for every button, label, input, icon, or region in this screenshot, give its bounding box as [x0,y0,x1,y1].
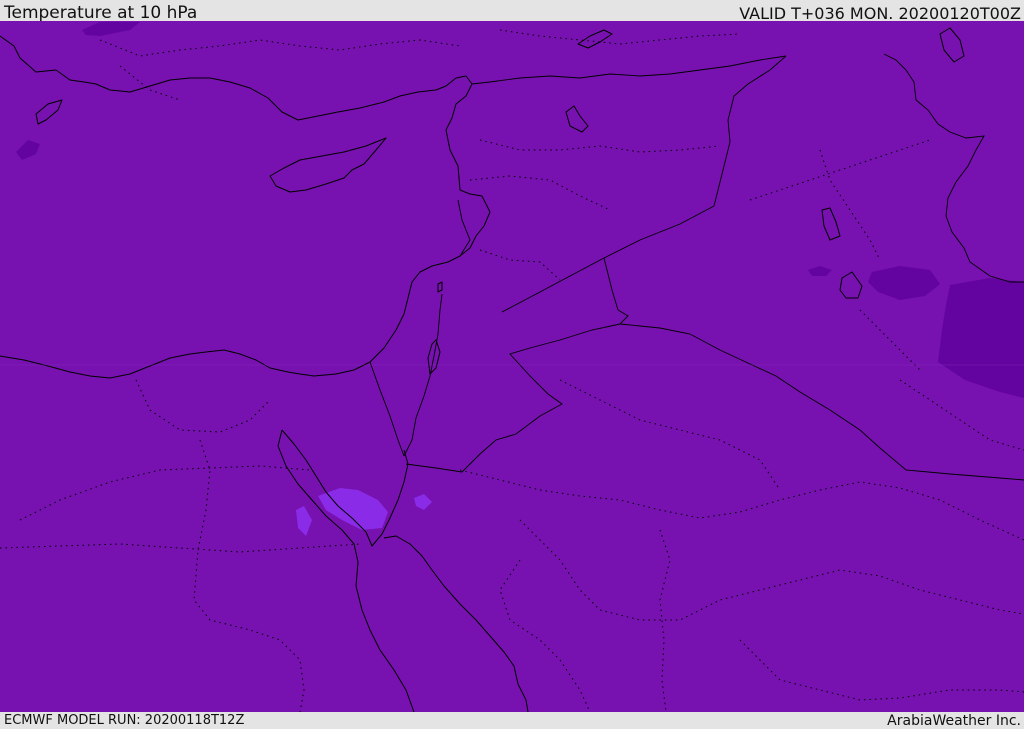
map-title: Temperature at 10 hPa [4,3,198,23]
weather-map[interactable] [0,21,1024,712]
footer-bar: ECMWF MODEL RUN: 20200118T12Z ArabiaWeat… [0,712,1024,729]
map-page: Temperature at 10 hPa VALID T+036 MON. 2… [0,0,1024,729]
credit-text: ArabiaWeather Inc. [887,713,1021,729]
temperature-field [0,21,1024,712]
map-canvas [0,21,1024,712]
model-run: ECMWF MODEL RUN: 20200118T12Z [4,713,245,728]
header-bar: Temperature at 10 hPa VALID T+036 MON. 2… [0,0,1024,23]
